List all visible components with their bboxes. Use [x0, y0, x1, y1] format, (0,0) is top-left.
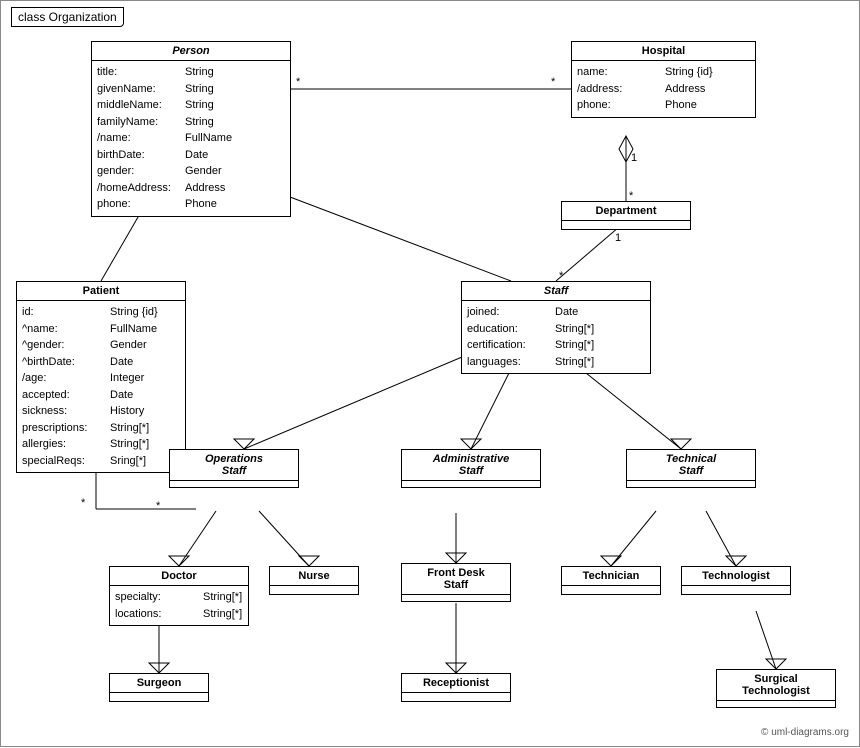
staff-body: joined:Date education:String[*] certific…	[462, 301, 650, 373]
patient-box: Patient id:String {id} ^name:FullName ^g…	[16, 281, 186, 473]
frontdesk-title: Front Desk Staff	[402, 564, 510, 595]
admin-staff-title: Administrative Staff	[402, 450, 540, 481]
nurse-box: Nurse	[269, 566, 359, 595]
hospital-box: Hospital name:String {id} /address:Addre…	[571, 41, 756, 118]
surgical-tech-title: Surgical Technologist	[717, 670, 835, 701]
admin-staff-body	[402, 481, 540, 487]
ops-staff-box: Operations Staff	[169, 449, 299, 488]
hospital-body: name:String {id} /address:Address phone:…	[572, 61, 755, 117]
hospital-title: Hospital	[572, 42, 755, 61]
department-box: Department	[561, 201, 691, 230]
technologist-body	[682, 586, 790, 594]
svg-text:1: 1	[631, 152, 637, 164]
person-title: Person	[92, 42, 290, 61]
copyright-text: © uml-diagrams.org	[761, 727, 849, 738]
person-body: title:String givenName:String middleName…	[92, 61, 290, 216]
surgeon-title: Surgeon	[110, 674, 208, 693]
department-title: Department	[562, 202, 690, 221]
surgeon-box: Surgeon	[109, 673, 209, 702]
tech-staff-body	[627, 481, 755, 487]
receptionist-body	[402, 693, 510, 701]
svg-text:*: *	[551, 76, 556, 88]
technologist-title: Technologist	[682, 567, 790, 586]
staff-box: Staff joined:Date education:String[*] ce…	[461, 281, 651, 374]
receptionist-box: Receptionist	[401, 673, 511, 702]
patient-body: id:String {id} ^name:FullName ^gender:Ge…	[17, 301, 185, 472]
surgical-tech-box: Surgical Technologist	[716, 669, 836, 708]
ops-staff-title: Operations Staff	[170, 450, 298, 481]
frontdesk-body	[402, 595, 510, 601]
receptionist-title: Receptionist	[402, 674, 510, 693]
patient-title: Patient	[17, 282, 185, 301]
ops-staff-body	[170, 481, 298, 487]
diagram-title: class Organization	[11, 7, 124, 27]
tech-staff-box: Technical Staff	[626, 449, 756, 488]
person-box: Person title:String givenName:String mid…	[91, 41, 291, 217]
svg-text:*: *	[81, 497, 86, 509]
surgical-tech-body	[717, 701, 835, 707]
frontdesk-box: Front Desk Staff	[401, 563, 511, 602]
nurse-body	[270, 586, 358, 594]
technician-box: Technician	[561, 566, 661, 595]
surgeon-body	[110, 693, 208, 701]
diagram-container: class Organization * * 1 * 1 * * *	[0, 0, 860, 747]
department-body	[562, 221, 690, 229]
svg-text:1: 1	[615, 232, 621, 244]
staff-title: Staff	[462, 282, 650, 301]
nurse-title: Nurse	[270, 567, 358, 586]
doctor-body: specialty:String[*] locations:String[*]	[110, 586, 248, 625]
technician-title: Technician	[562, 567, 660, 586]
tech-staff-title: Technical Staff	[627, 450, 755, 481]
admin-staff-box: Administrative Staff	[401, 449, 541, 488]
doctor-box: Doctor specialty:String[*] locations:Str…	[109, 566, 249, 626]
svg-text:*: *	[156, 500, 161, 512]
svg-text:*: *	[296, 76, 301, 88]
technician-body	[562, 586, 660, 594]
technologist-box: Technologist	[681, 566, 791, 595]
doctor-title: Doctor	[110, 567, 248, 586]
